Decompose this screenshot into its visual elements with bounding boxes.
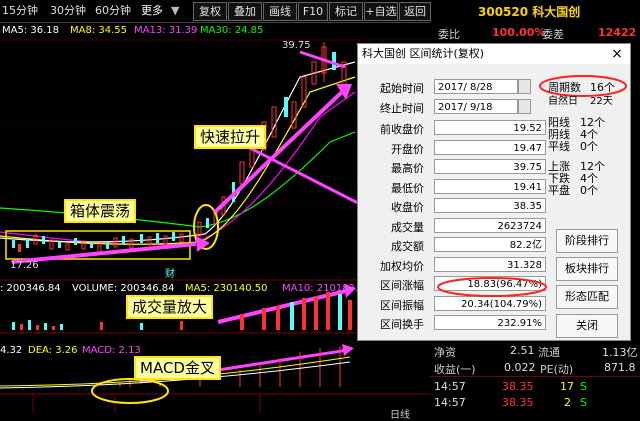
trade-direction: S (580, 380, 587, 393)
high-price-label: 39.75 (282, 40, 311, 51)
ma30-legend: MA30: 24.85 (200, 25, 264, 36)
fuquan-button[interactable]: 复权 (193, 2, 227, 21)
cai-marker: 财 (165, 269, 175, 280)
trade-price: 38.35 (502, 380, 534, 393)
natural-day-value: 22天 (590, 96, 613, 107)
weicha-value: 12422 (598, 26, 637, 39)
amount-label: 成交额 (391, 240, 424, 253)
trade-time: 14:57 (434, 396, 466, 409)
range-turnover-value: 232.91% (434, 315, 546, 330)
end-date-spinner[interactable] (518, 99, 531, 114)
vwap-label: 加权均价 (380, 259, 424, 273)
range-amplitude-label: 区间振幅 (380, 298, 424, 312)
ma13-legend: MA13: 31.39 (134, 25, 198, 36)
more-menu[interactable]: 更多 (141, 3, 163, 19)
add-watchlist-button[interactable]: +自选 (364, 2, 398, 21)
range-gain-label: 区间涨幅 (380, 279, 424, 292)
volume-legend: VOLUME: 200346.84 (72, 283, 175, 294)
amount-value: 82.2亿 (434, 237, 546, 252)
start-date-spinner[interactable] (518, 79, 531, 94)
tab-15min[interactable]: 15分钟 (2, 3, 38, 19)
low-price-label: 17.26 (10, 260, 39, 271)
jingzi-label: 净资 (434, 346, 456, 359)
prev-close-label: 前收盘价 (380, 123, 424, 136)
low-value: 19.41 (434, 178, 546, 194)
macd-cross-callout: MACD金叉 (134, 356, 221, 380)
start-time-label: 起始时间 (380, 82, 424, 95)
low-label: 最低价 (391, 181, 424, 195)
tab-30min[interactable]: 30分钟 (50, 3, 86, 19)
macd-dif-legend: 4.32 (0, 345, 23, 356)
shouyi-value: 0.022 (504, 361, 536, 374)
jingzi-value: 2.51 (510, 344, 535, 357)
trade-price: 38.35 (502, 396, 534, 409)
range-stats-dialog: 科大国创 区间统计(复权) × 起始时间 2017/ 8/28 终止时间 201… (357, 43, 631, 341)
ping-label: 平线 (548, 140, 570, 153)
flat-label: 平盘 (548, 184, 570, 197)
close-label: 收盘价 (391, 201, 424, 214)
volume-value: 2623724 (434, 217, 546, 233)
stage-rank-button[interactable]: 阶段排行 (556, 229, 618, 253)
box-oscillation-callout: 箱体震荡 (64, 199, 137, 223)
volume-ma5-legend: MA5: 230140.50 (185, 283, 268, 294)
f10-button[interactable]: F10 (298, 2, 328, 21)
trade-time: 14:57 (434, 380, 466, 393)
gain-ellipse (437, 277, 547, 297)
high-value: 39.75 (434, 159, 546, 174)
sector-rank-button[interactable]: 板块排行 (556, 257, 618, 281)
end-time-label: 终止时间 (380, 102, 424, 115)
candles (12, 42, 347, 253)
stock-name: 科大国创 (532, 5, 581, 19)
liutong-label: 流通 (538, 346, 560, 359)
end-date-input[interactable]: 2017/ 9/18 (434, 99, 518, 114)
volume-expand-callout: 成交量放大 (126, 295, 214, 319)
range-turnover-label: 区间换手 (380, 318, 424, 331)
ping-value: 0个 (580, 140, 598, 153)
start-date-input[interactable]: 2017/ 8/28 (434, 79, 518, 94)
close-value: 38.35 (434, 198, 546, 213)
overlay-button[interactable]: 叠加 (228, 2, 262, 21)
chevron-down-icon[interactable]: ▼ (171, 3, 179, 19)
open-value: 19.47 (434, 139, 546, 155)
ma8-legend: MA8: 34.55 (70, 25, 128, 36)
macd-value-legend: MACD: 2.13 (82, 345, 141, 356)
pe-value: 871.8 (604, 361, 636, 374)
flat-value: 0个 (580, 184, 598, 197)
stock-code: 300520 (478, 5, 529, 19)
weibi-value: 100.00% (492, 26, 546, 39)
tab-60min[interactable]: 60分钟 (95, 3, 131, 19)
weicha-label: 委差 (542, 28, 564, 41)
volume-prefix: : 200346.84 (0, 283, 61, 294)
vwap-value: 31.328 (434, 256, 546, 272)
period-toolbar: 15分钟 30分钟 60分钟 更多 ▼ 复权 叠加 画线 F10 标记 +自选 … (0, 0, 431, 23)
back-button[interactable]: 返回 (399, 2, 431, 21)
weibi-label: 委比 (438, 28, 460, 41)
close-icon[interactable]: × (606, 45, 628, 63)
dialog-title: 科大国创 区间统计(复权) (358, 44, 630, 64)
close-button[interactable]: 关闭 (556, 314, 618, 338)
trade-volume: 17 (560, 380, 574, 393)
rapid-rise-callout: 快速拉升 (194, 125, 267, 149)
volume-label: 成交量 (391, 220, 424, 234)
high-label: 最高价 (391, 162, 424, 175)
liutong-value: 1.13亿 (602, 346, 638, 359)
natural-day-label: 自然日 (548, 96, 578, 107)
shouyi-label: 收益(一) (434, 363, 476, 376)
ma30-line (0, 131, 356, 228)
mark-button[interactable]: 标记 (329, 2, 363, 21)
trade-volume: 2 (564, 396, 571, 409)
pe-label: PE(动) (540, 363, 574, 376)
trade-direction: S (580, 396, 587, 409)
stock-title: 300520 科大国创 (478, 3, 580, 20)
draw-line-button[interactable]: 画线 (263, 2, 297, 21)
period-daily-tab[interactable]: 日线 (390, 406, 410, 421)
pattern-match-button[interactable]: 形态匹配 (556, 285, 618, 309)
macd-dea-legend: DEA: 3.26 (28, 345, 78, 356)
open-label: 开盘价 (391, 142, 424, 156)
ma5-legend: MA5: 36.18 (2, 25, 60, 36)
prev-close-value: 19.52 (434, 120, 546, 135)
